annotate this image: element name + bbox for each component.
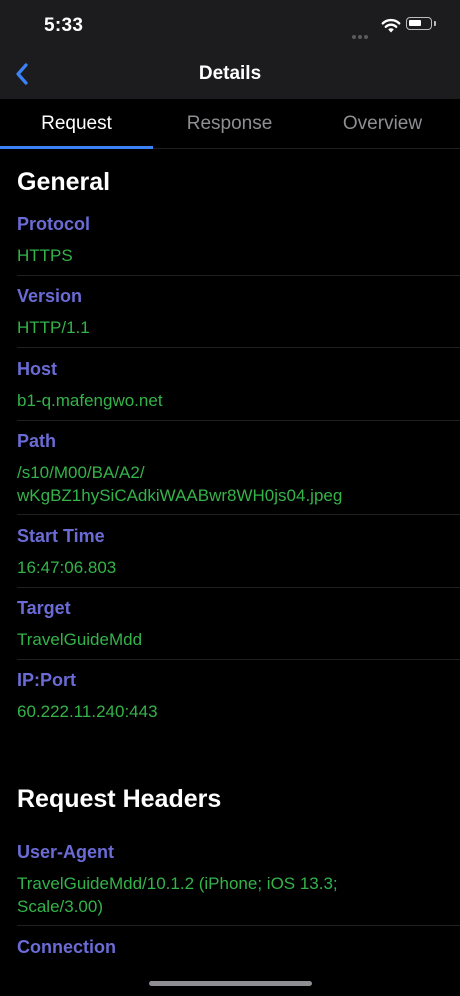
field-label-ip-port: IP:Port: [17, 670, 77, 690]
divider: [17, 347, 460, 348]
navigation-bar: Details: [0, 50, 460, 99]
cellular-signal-icon: [352, 26, 374, 39]
battery-cap: [434, 21, 436, 26]
divider: [17, 925, 460, 926]
tab-request[interactable]: Request: [0, 113, 153, 135]
tab-response[interactable]: Response: [153, 113, 306, 135]
status-time: 5:33: [44, 15, 84, 36]
field-value-start-time: 16:47:06.803: [17, 558, 117, 577]
divider: [17, 587, 460, 588]
field-label-version: Version: [17, 286, 83, 306]
wifi-icon: [381, 18, 401, 33]
active-tab-indicator: [0, 146, 153, 149]
divider: [17, 420, 460, 421]
divider: [17, 659, 460, 660]
tab-overview[interactable]: Overview: [306, 113, 459, 135]
field-label-path: Path: [17, 431, 57, 451]
field-label-start-time: Start Time: [17, 526, 105, 546]
field-label-user-agent: User-Agent: [17, 842, 115, 862]
divider: [17, 514, 460, 515]
page-title: Details: [198, 63, 262, 84]
section-title-request-headers: Request Headers: [17, 785, 222, 813]
section-title-general: General: [17, 168, 111, 196]
field-label-target: Target: [17, 598, 71, 618]
battery-icon: [406, 17, 432, 30]
field-value-user-agent: TravelGuideMdd/10.1.2 (iPhone; iOS 13.3;…: [17, 874, 338, 916]
field-label-connection: Connection: [17, 937, 116, 957]
field-value-path: /s10/M00/BA/A2/ wKgBZ1hySiCAdkiWAABwr8WH…: [17, 463, 343, 505]
field-value-version: HTTP/1.1: [17, 318, 90, 337]
field-label-protocol: Protocol: [17, 214, 91, 234]
field-value-target: TravelGuideMdd: [17, 630, 143, 649]
home-indicator[interactable]: [149, 981, 312, 986]
field-label-host: Host: [17, 359, 57, 379]
field-value-ip-port: 60.222.11.240:443: [17, 702, 158, 721]
segment-tabs: Request Response Overview: [0, 99, 460, 149]
status-bar: 5:33: [0, 0, 460, 50]
divider: [17, 275, 460, 276]
field-value-protocol: HTTPS: [17, 246, 73, 265]
field-value-host: b1-q.mafengwo.net: [17, 391, 163, 410]
